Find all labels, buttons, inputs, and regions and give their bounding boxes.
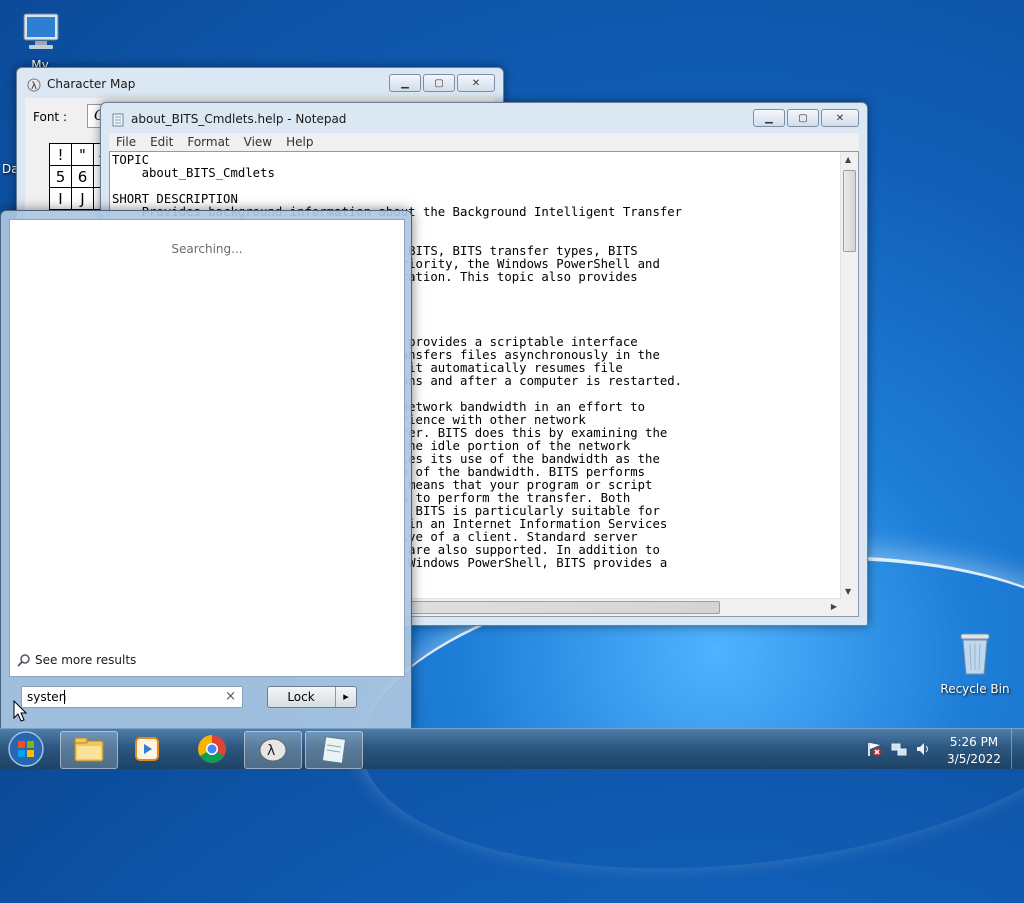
scroll-right-arrow-icon[interactable]: ▶ [831,602,837,611]
network-icon [891,743,907,756]
lock-button[interactable]: Lock ▸ [267,686,357,708]
scroll-down-arrow-icon[interactable]: ▼ [845,587,851,596]
svg-text:λ: λ [31,81,37,92]
char-cell[interactable]: 6 [71,165,94,188]
desktop-icon-label: Da [2,162,16,176]
chrome-icon [198,735,226,763]
character-map-icon: λ [259,738,287,762]
taskbar-notepad[interactable] [305,731,363,769]
lock-options-arrow-icon[interactable]: ▸ [335,687,356,707]
maximize-icon: ▢ [434,77,444,89]
flag-warning-icon [868,743,881,756]
lock-button-label: Lock [287,690,315,704]
vertical-scrollbar[interactable]: ▲ ▼ [840,152,858,599]
minimize-button[interactable]: ▁ [389,74,421,92]
desktop-icon-recycle-bin[interactable]: Recycle Bin [940,630,1010,696]
notepad-menubar: File Edit Format View Help [109,133,859,151]
minimize-button[interactable]: ▁ [753,109,785,127]
speaker-icon [917,743,928,755]
folder-icon [74,737,104,762]
menu-help[interactable]: Help [279,133,320,151]
start-menu[interactable]: Searching... See more results [0,210,412,730]
search-input-value: systen [27,690,67,704]
close-button[interactable]: ✕ [457,74,495,92]
font-label: Font : [33,110,67,124]
close-icon: ✕ [471,77,481,89]
scroll-up-arrow-icon[interactable]: ▲ [845,155,851,164]
start-search-input[interactable]: systen × [21,686,243,708]
char-cell[interactable]: J [71,187,94,210]
clock-time: 5:26 PM [949,735,999,749]
charmap-title: Character Map [47,77,136,91]
tray-action-center-icon[interactable] [866,741,882,757]
char-cell[interactable]: " [71,143,94,166]
charmap-titlebar[interactable]: λ Character Map ▁ ▢ ✕ [17,68,503,98]
start-results-pane: Searching... [9,219,405,677]
mouse-pointer-icon [13,700,27,722]
windows-orb-icon [8,731,44,767]
clear-search-icon[interactable]: × [225,689,236,704]
media-player-icon [135,737,159,761]
maximize-button[interactable]: ▢ [787,109,819,127]
text-caret [64,690,65,704]
tray-clock[interactable]: 5:26 PM 3/5/2022 [940,732,1008,766]
scroll-corner [841,599,858,616]
search-magnifier-icon [17,654,30,667]
close-button[interactable]: ✕ [821,109,859,127]
tray-volume-icon[interactable] [915,741,931,757]
taskbar: λ 5:26 PM 3/5/2022 [0,728,1024,769]
char-cell[interactable]: ! [49,143,72,166]
maximize-button[interactable]: ▢ [423,74,455,92]
see-more-results-label: See more results [35,653,137,667]
notepad-titlebar[interactable]: about_BITS_Cmdlets.help - Notepad ▁ ▢ ✕ [101,103,867,133]
svg-text:λ: λ [267,743,275,759]
notepad-icon [321,736,347,764]
menu-edit[interactable]: Edit [143,133,180,151]
vertical-scroll-thumb[interactable] [843,170,856,252]
see-more-results-link[interactable]: See more results [17,651,136,669]
maximize-icon: ▢ [798,112,808,124]
menu-view[interactable]: View [237,133,279,151]
notepad-app-icon [112,113,124,127]
notepad-title: about_BITS_Cmdlets.help - Notepad [131,112,347,126]
show-desktop-button[interactable] [1011,729,1024,769]
charmap-app-icon: λ [27,78,41,92]
menu-format[interactable]: Format [180,133,236,151]
char-cell[interactable]: 5 [49,165,72,188]
desktop-icon-label: Recycle Bin [940,682,1010,696]
tray-network-icon[interactable] [891,741,907,757]
menu-file[interactable]: File [109,133,143,151]
start-button[interactable] [6,730,46,768]
taskbar-media-player[interactable] [120,731,176,767]
taskbar-explorer[interactable] [60,731,118,769]
close-icon: ✕ [835,112,845,124]
char-cell[interactable]: I [49,187,72,210]
desktop-icon-my-computer[interactable]: My Computer [2,8,78,68]
recycle-bin-icon [960,633,990,675]
clock-date: 3/5/2022 [947,752,1001,766]
minimize-icon: ▁ [765,112,773,124]
computer-icon [23,13,59,49]
searching-status: Searching... [171,242,243,256]
desktop-icon-partial[interactable]: Da [2,162,16,176]
minimize-icon: ▁ [401,77,409,89]
taskbar-character-map[interactable]: λ [244,731,302,769]
taskbar-chrome[interactable] [184,731,240,767]
